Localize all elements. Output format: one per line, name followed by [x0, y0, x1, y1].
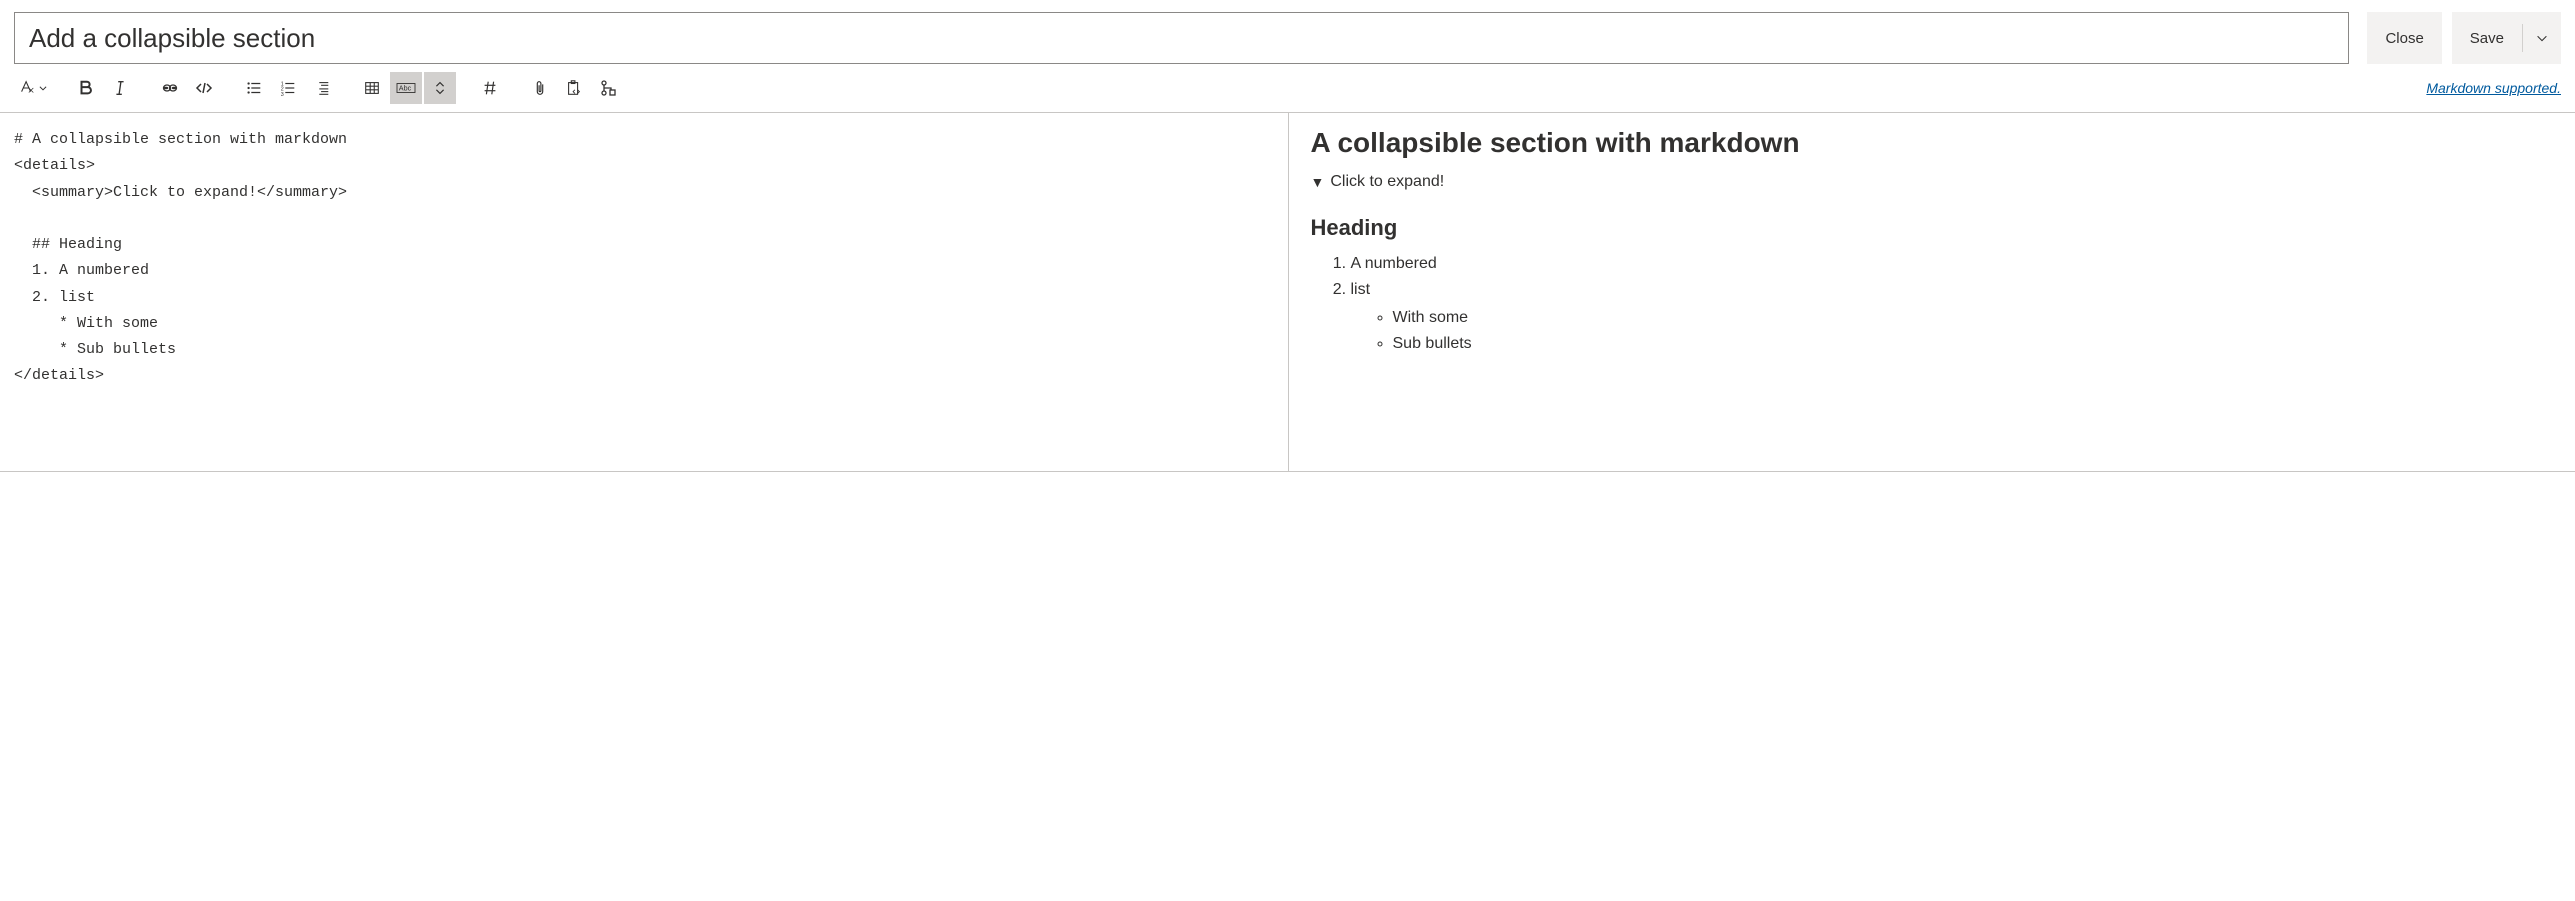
link-button[interactable]: [154, 72, 186, 104]
summary-text: Click to expand!: [1330, 173, 1444, 191]
svg-text:3: 3: [281, 92, 284, 97]
preview-sub-list: With some Sub bullets: [1351, 309, 2554, 353]
markdown-editor[interactable]: # A collapsible section with markdown <d…: [0, 113, 1288, 471]
save-button[interactable]: Save: [2452, 12, 2522, 64]
mention-button[interactable]: [474, 72, 506, 104]
list-item: With some: [1393, 309, 2554, 327]
attach-icon: [531, 79, 549, 97]
preview-heading-1: A collapsible section with markdown: [1311, 127, 2554, 159]
svg-text:Abc: Abc: [399, 84, 412, 93]
preview-mode-button[interactable]: Abc: [390, 72, 422, 104]
numbered-list-button[interactable]: 1 2 3: [272, 72, 304, 104]
numbered-icon: 1 2 3: [279, 79, 297, 97]
preview-abc-icon: Abc: [395, 79, 417, 97]
paste-code-button[interactable]: [558, 72, 590, 104]
table-icon: [363, 79, 381, 97]
close-button[interactable]: Close: [2367, 12, 2441, 64]
triangle-down-icon: ▼: [1311, 174, 1325, 190]
list-item: list With some Sub bullets: [1351, 281, 2554, 353]
attach-button[interactable]: [524, 72, 556, 104]
save-dropdown-button[interactable]: [2523, 12, 2561, 64]
code-button[interactable]: [188, 72, 220, 104]
bullets-icon: [245, 79, 263, 97]
code-icon: [194, 78, 214, 98]
chevron-down-icon: [2535, 31, 2549, 45]
list-item-text: list: [1351, 281, 1371, 298]
title-input[interactable]: [14, 12, 2349, 64]
bullet-list-button[interactable]: [238, 72, 270, 104]
branch-icon: [598, 78, 618, 98]
list-item: A numbered: [1351, 255, 2554, 273]
hash-icon: [481, 79, 499, 97]
fullscreen-icon: [431, 79, 449, 97]
markdown-supported-link[interactable]: Markdown supported.: [2426, 80, 2561, 96]
fullscreen-button[interactable]: [424, 72, 456, 104]
chevron-down-icon: [38, 83, 48, 93]
table-button[interactable]: [356, 72, 388, 104]
list-item: Sub bullets: [1393, 335, 2554, 353]
checklist-icon: [313, 79, 331, 97]
italic-button[interactable]: [104, 72, 136, 104]
bold-icon: [77, 79, 95, 97]
preview-ordered-list: A numbered list With some Sub bullets: [1311, 255, 2554, 353]
format-icon: [18, 79, 36, 97]
preview-pane: A collapsible section with markdown ▼ Cl…: [1288, 113, 2575, 471]
format-text-button[interactable]: [14, 72, 52, 104]
preview-heading-2: Heading: [1311, 215, 2554, 241]
bold-button[interactable]: [70, 72, 102, 104]
checklist-button[interactable]: [306, 72, 338, 104]
link-icon: [160, 78, 180, 98]
collapsible-summary[interactable]: ▼ Click to expand!: [1311, 173, 2554, 191]
branch-button[interactable]: [592, 72, 624, 104]
italic-icon: [111, 79, 129, 97]
paste-code-icon: [565, 79, 583, 97]
